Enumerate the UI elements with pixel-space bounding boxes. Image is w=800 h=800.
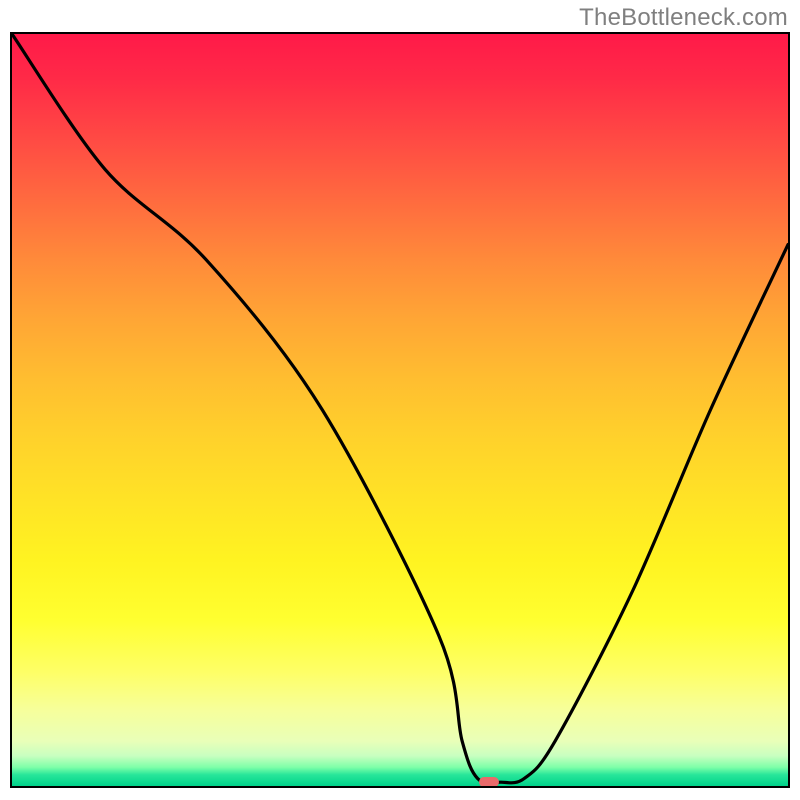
bottleneck-curve-path [12,34,788,783]
curve-svg [12,34,788,786]
bottleneck-chart: TheBottleneck.com [0,0,800,800]
plot-area [10,32,790,788]
watermark-label: TheBottleneck.com [579,4,788,32]
optimal-point-marker [479,777,499,787]
